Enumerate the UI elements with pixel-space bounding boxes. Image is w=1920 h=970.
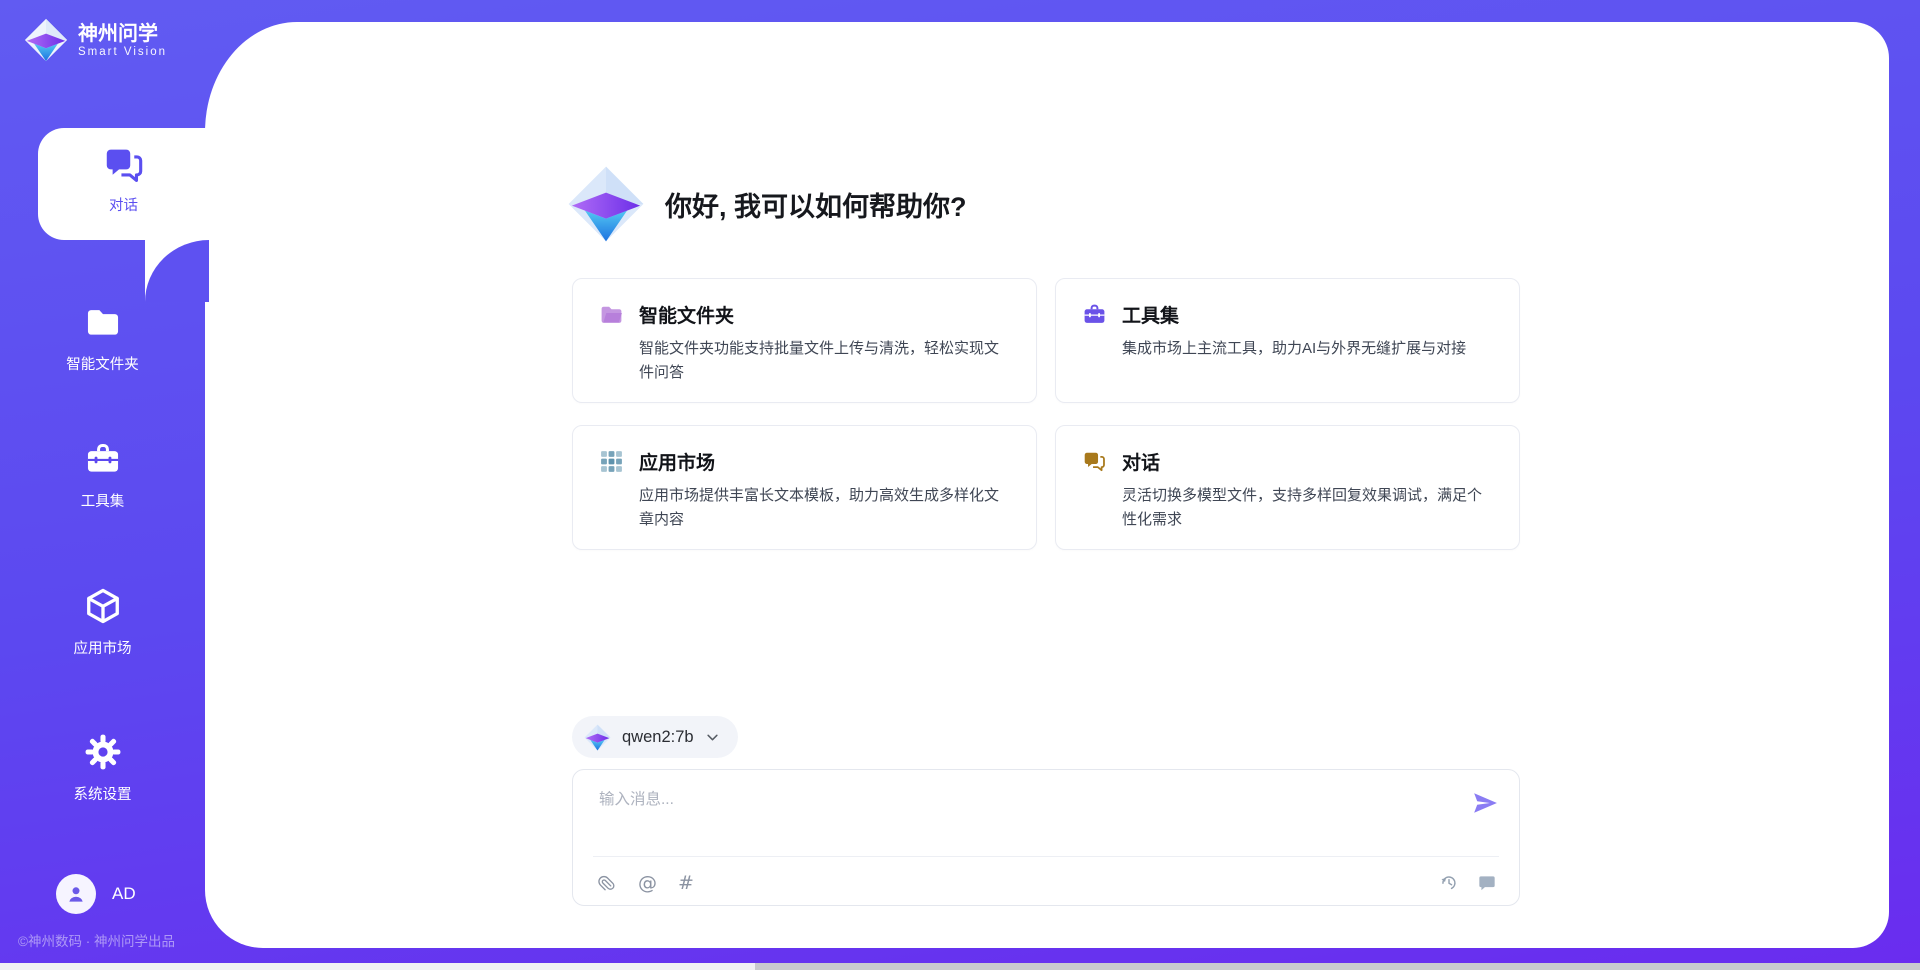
tab-fillet bbox=[145, 240, 209, 302]
card-app-market[interactable]: 应用市场 应用市场提供丰富长文本模板，助力高效生成多样化文章内容 bbox=[572, 425, 1037, 550]
chat-icon bbox=[102, 143, 146, 187]
attach-file-button[interactable] bbox=[597, 873, 617, 893]
copyright-text: ©神州数码 · 神州问学出品 bbox=[18, 930, 175, 950]
card-title: 工具集 bbox=[1122, 301, 1179, 328]
sidebar-item-app-market[interactable]: 应用市场 bbox=[0, 587, 205, 658]
brand-diamond-icon bbox=[567, 165, 645, 243]
message-input[interactable] bbox=[597, 785, 1451, 849]
user-initials: AD bbox=[112, 884, 136, 904]
sidebar-item-label: 对话 bbox=[38, 194, 209, 215]
mention-button[interactable]: @ bbox=[638, 874, 657, 893]
composer-divider bbox=[593, 856, 1499, 857]
history-button[interactable] bbox=[1439, 873, 1459, 893]
card-title: 应用市场 bbox=[639, 448, 715, 475]
model-selector[interactable]: qwen2:7b bbox=[572, 716, 738, 758]
hash-icon: # bbox=[678, 874, 694, 893]
card-description: 集成市场上主流工具，助力AI与外界无缝扩展与对接 bbox=[1122, 337, 1493, 361]
shortcut-cards: 智能文件夹 智能文件夹功能支持批量文件上传与清洗，轻松实现文件问答 工具集 集成… bbox=[572, 278, 1520, 550]
gear-icon bbox=[84, 733, 122, 771]
page-title: 你好, 我可以如何帮助你? bbox=[665, 185, 967, 224]
app-window: 你好, 我可以如何帮助你? 智能文件夹 智能文件夹功能支持批量文件上传与清洗，轻… bbox=[0, 0, 1920, 970]
paperclip-icon bbox=[597, 873, 617, 893]
card-description: 智能文件夹功能支持批量文件上传与清洗，轻松实现文件问答 bbox=[639, 337, 1010, 386]
model-name: qwen2:7b bbox=[622, 728, 694, 747]
at-icon: @ bbox=[638, 874, 657, 893]
scrollbar-thumb[interactable] bbox=[755, 963, 1920, 970]
brand-name: 神州问学 bbox=[78, 23, 167, 46]
card-description: 应用市场提供丰富长文本模板，助力高效生成多样化文章内容 bbox=[639, 484, 1010, 533]
greeting-header: 你好, 我可以如何帮助你? bbox=[567, 165, 967, 243]
toolbox-icon bbox=[1082, 302, 1107, 327]
sidebar-item-label: 系统设置 bbox=[0, 783, 205, 804]
person-icon bbox=[64, 882, 88, 906]
composer-toolbar: @ # bbox=[597, 868, 1497, 898]
folder-icon bbox=[84, 303, 122, 341]
topic-button[interactable]: # bbox=[678, 874, 694, 893]
main-panel: 你好, 我可以如何帮助你? 智能文件夹 智能文件夹功能支持批量文件上传与清洗，轻… bbox=[205, 22, 1889, 948]
sidebar-item-toolset[interactable]: 工具集 bbox=[0, 440, 205, 511]
sidebar-item-label: 工具集 bbox=[0, 490, 205, 511]
cube-icon bbox=[84, 587, 122, 625]
sidebar-item-smart-folder[interactable]: 智能文件夹 bbox=[0, 303, 205, 374]
chevron-down-icon bbox=[705, 730, 720, 745]
toolbox-icon bbox=[84, 440, 122, 478]
card-title: 智能文件夹 bbox=[639, 301, 734, 328]
user-account[interactable]: AD bbox=[56, 874, 136, 914]
brand-subtitle: Smart Vision bbox=[78, 46, 167, 58]
sidebar-item-chat[interactable]: 对话 bbox=[38, 128, 209, 240]
card-chat[interactable]: 对话 灵活切换多模型文件，支持多样回复效果调试，满足个性化需求 bbox=[1055, 425, 1520, 550]
brand-header: 神州问学 Smart Vision bbox=[24, 18, 167, 62]
brand-logo-icon bbox=[24, 18, 68, 62]
send-icon bbox=[1472, 790, 1498, 816]
avatar bbox=[56, 874, 96, 914]
quick-phrase-icon bbox=[1477, 873, 1497, 893]
sidebar-item-label: 应用市场 bbox=[0, 637, 205, 658]
chat-icon bbox=[1082, 449, 1107, 474]
grid-icon bbox=[599, 449, 624, 474]
history-icon bbox=[1439, 873, 1459, 893]
card-description: 灵活切换多模型文件，支持多样回复效果调试，满足个性化需求 bbox=[1122, 484, 1493, 533]
send-button[interactable] bbox=[1471, 790, 1499, 818]
quick-phrase-button[interactable] bbox=[1477, 873, 1497, 893]
sidebar-item-label: 智能文件夹 bbox=[0, 353, 205, 374]
folder-icon bbox=[599, 302, 624, 327]
horizontal-scrollbar[interactable] bbox=[0, 963, 1920, 970]
card-toolset[interactable]: 工具集 集成市场上主流工具，助力AI与外界无缝扩展与对接 bbox=[1055, 278, 1520, 403]
card-smart-folder[interactable]: 智能文件夹 智能文件夹功能支持批量文件上传与清洗，轻松实现文件问答 bbox=[572, 278, 1037, 403]
sidebar-item-settings[interactable]: 系统设置 bbox=[0, 733, 205, 804]
message-composer: @ # bbox=[572, 769, 1520, 906]
model-logo-diamond-icon bbox=[584, 724, 611, 751]
card-title: 对话 bbox=[1122, 448, 1160, 475]
